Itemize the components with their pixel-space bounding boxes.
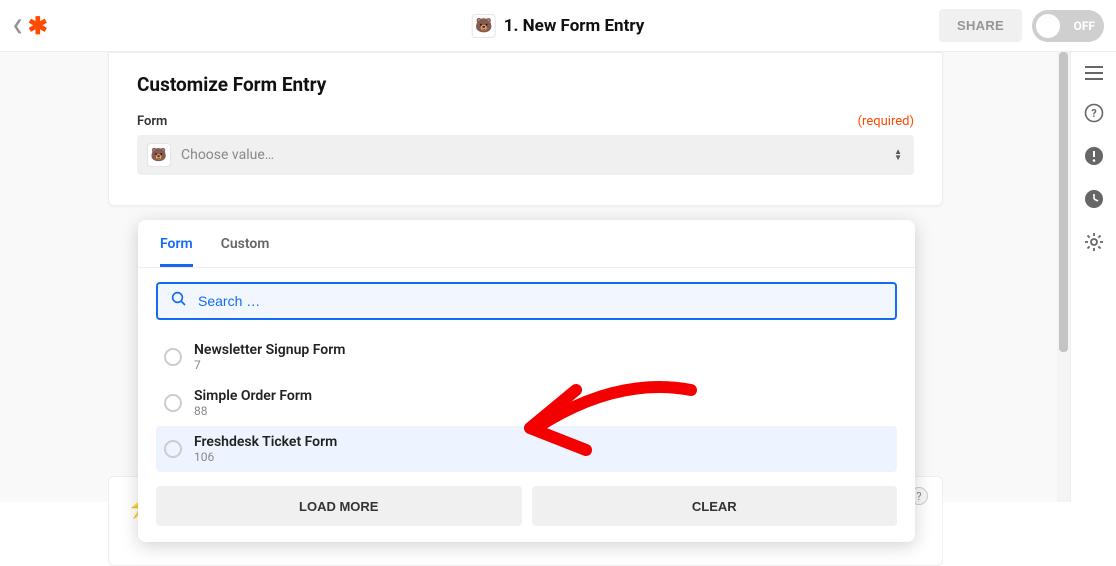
step-title: 1. New Form Entry <box>504 16 645 36</box>
field-label: Form <box>137 114 167 129</box>
menu-icon[interactable] <box>1085 64 1103 85</box>
zapier-logo-icon[interactable]: ✱ <box>28 12 48 40</box>
side-rail: ? <box>1070 52 1116 502</box>
load-more-button[interactable]: LOAD MORE <box>156 486 522 526</box>
clock-icon[interactable] <box>1084 189 1104 214</box>
form-select[interactable]: 🐻 Choose value… ▲▼ <box>137 135 914 175</box>
scrollbar-track[interactable] <box>1057 52 1070 502</box>
tab-custom[interactable]: Custom <box>221 236 270 267</box>
zap-enable-toggle[interactable]: OFF <box>1032 10 1104 42</box>
list-item[interactable]: Newsletter Signup Form 7 <box>156 334 897 380</box>
wpforms-app-icon: 🐻 <box>472 14 496 38</box>
toggle-knob <box>1036 14 1060 38</box>
option-sub: 88 <box>194 404 312 418</box>
dropdown-tabs: Form Custom <box>138 220 915 268</box>
option-title: Newsletter Signup Form <box>194 342 345 358</box>
toggle-label: OFF <box>1074 19 1095 33</box>
form-dropdown-panel: Form Custom Newsletter Signup Form 7 <box>138 220 915 542</box>
clear-button[interactable]: CLEAR <box>532 486 898 526</box>
radio-icon <box>164 440 182 458</box>
topbar: ❮ ✱ 🐻 1. New Form Entry SHARE OFF <box>0 0 1116 52</box>
scrollbar-thumb[interactable] <box>1059 52 1068 352</box>
tab-form[interactable]: Form <box>160 236 193 267</box>
main-area: Customize Form Entry Form (required) 🐻 C… <box>0 52 1116 502</box>
card-title: Customize Form Entry <box>137 73 914 96</box>
list-item[interactable]: Simple Order Form 88 <box>156 380 897 426</box>
search-wrap <box>138 268 915 330</box>
step-title-group[interactable]: 🐻 1. New Form Entry <box>472 14 645 38</box>
gear-icon[interactable] <box>1084 232 1104 257</box>
option-title: Freshdesk Ticket Form <box>194 434 337 450</box>
option-sub: 7 <box>194 358 345 372</box>
search-input-container[interactable] <box>156 282 897 320</box>
required-label: (required) <box>858 114 914 129</box>
topbar-right: SHARE OFF <box>939 9 1104 42</box>
customize-card: Customize Form Entry Form (required) 🐻 C… <box>108 52 943 206</box>
select-placeholder: Choose value… <box>181 147 274 163</box>
svg-text:?: ? <box>1091 107 1097 120</box>
alert-circle-icon[interactable] <box>1084 146 1104 171</box>
wpforms-app-icon: 🐻 <box>147 143 171 167</box>
search-icon <box>170 290 188 312</box>
share-button[interactable]: SHARE <box>939 9 1022 42</box>
help-circle-icon[interactable]: ? <box>1084 103 1104 128</box>
option-title: Simple Order Form <box>194 388 312 404</box>
dropdown-actions: LOAD MORE CLEAR <box>138 482 915 542</box>
radio-icon <box>164 394 182 412</box>
option-sub: 106 <box>194 450 337 464</box>
select-sort-icon: ▲▼ <box>894 149 902 161</box>
back-chevron-icon[interactable]: ❮ <box>12 18 28 34</box>
field-header-row: Form (required) <box>137 114 914 129</box>
search-input[interactable] <box>198 293 883 309</box>
options-list: Newsletter Signup Form 7 Simple Order Fo… <box>138 330 915 482</box>
list-item[interactable]: Freshdesk Ticket Form 106 <box>156 426 897 472</box>
radio-icon <box>164 348 182 366</box>
